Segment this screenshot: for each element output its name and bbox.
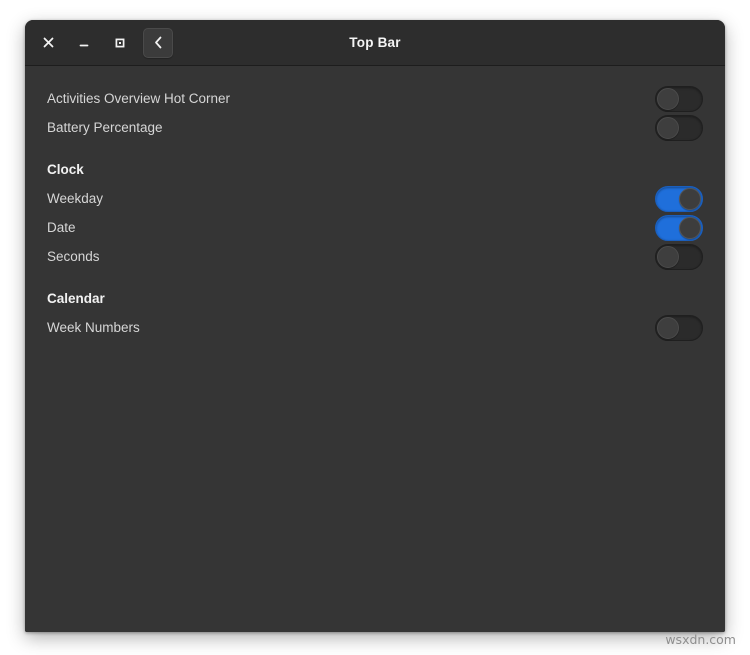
toggle-knob (679, 187, 701, 210)
row-battery-percentage[interactable]: Battery Percentage (47, 113, 703, 142)
row-label: Battery Percentage (47, 120, 163, 135)
toggle-seconds[interactable] (655, 243, 703, 270)
row-activities-overview-hot-corner[interactable]: Activities Overview Hot Corner (47, 84, 703, 113)
row-date[interactable]: Date (47, 213, 703, 242)
toggle-knob (657, 87, 679, 110)
row-label: Weekday (47, 191, 104, 206)
toggle-weekday[interactable] (655, 185, 703, 212)
minimize-button[interactable] (71, 30, 97, 56)
row-seconds[interactable]: Seconds (47, 242, 703, 271)
toggle-knob (657, 116, 679, 139)
chevron-left-icon (152, 35, 165, 50)
row-week-numbers[interactable]: Week Numbers (47, 313, 703, 342)
settings-window: Top Bar Activities Overview Hot Corner B… (25, 20, 725, 632)
window-controls (25, 30, 133, 56)
toggle-week-numbers[interactable] (655, 314, 703, 341)
row-label: Date (47, 220, 76, 235)
row-label: Week Numbers (47, 320, 140, 335)
toggle-date[interactable] (655, 214, 703, 241)
close-button[interactable] (35, 30, 61, 56)
watermark: wsxdn.com (665, 632, 736, 647)
row-weekday[interactable]: Weekday (47, 184, 703, 213)
group-header-clock: Clock (47, 162, 84, 177)
toggle-activities-overview-hot-corner[interactable] (655, 85, 703, 112)
maximize-button[interactable] (107, 30, 133, 56)
group-header-calendar: Calendar (47, 291, 105, 306)
window-titlebar: Top Bar (25, 20, 725, 66)
toggle-battery-percentage[interactable] (655, 114, 703, 141)
toggle-knob (657, 316, 679, 339)
settings-list: Activities Overview Hot Corner Battery P… (25, 66, 725, 632)
toggle-knob (679, 216, 701, 239)
back-button[interactable] (143, 27, 173, 58)
minimize-icon (78, 37, 90, 48)
row-label: Seconds (47, 249, 100, 264)
maximize-icon (114, 37, 126, 49)
close-icon (43, 37, 54, 48)
toggle-knob (657, 245, 679, 268)
row-label: Activities Overview Hot Corner (47, 91, 231, 106)
